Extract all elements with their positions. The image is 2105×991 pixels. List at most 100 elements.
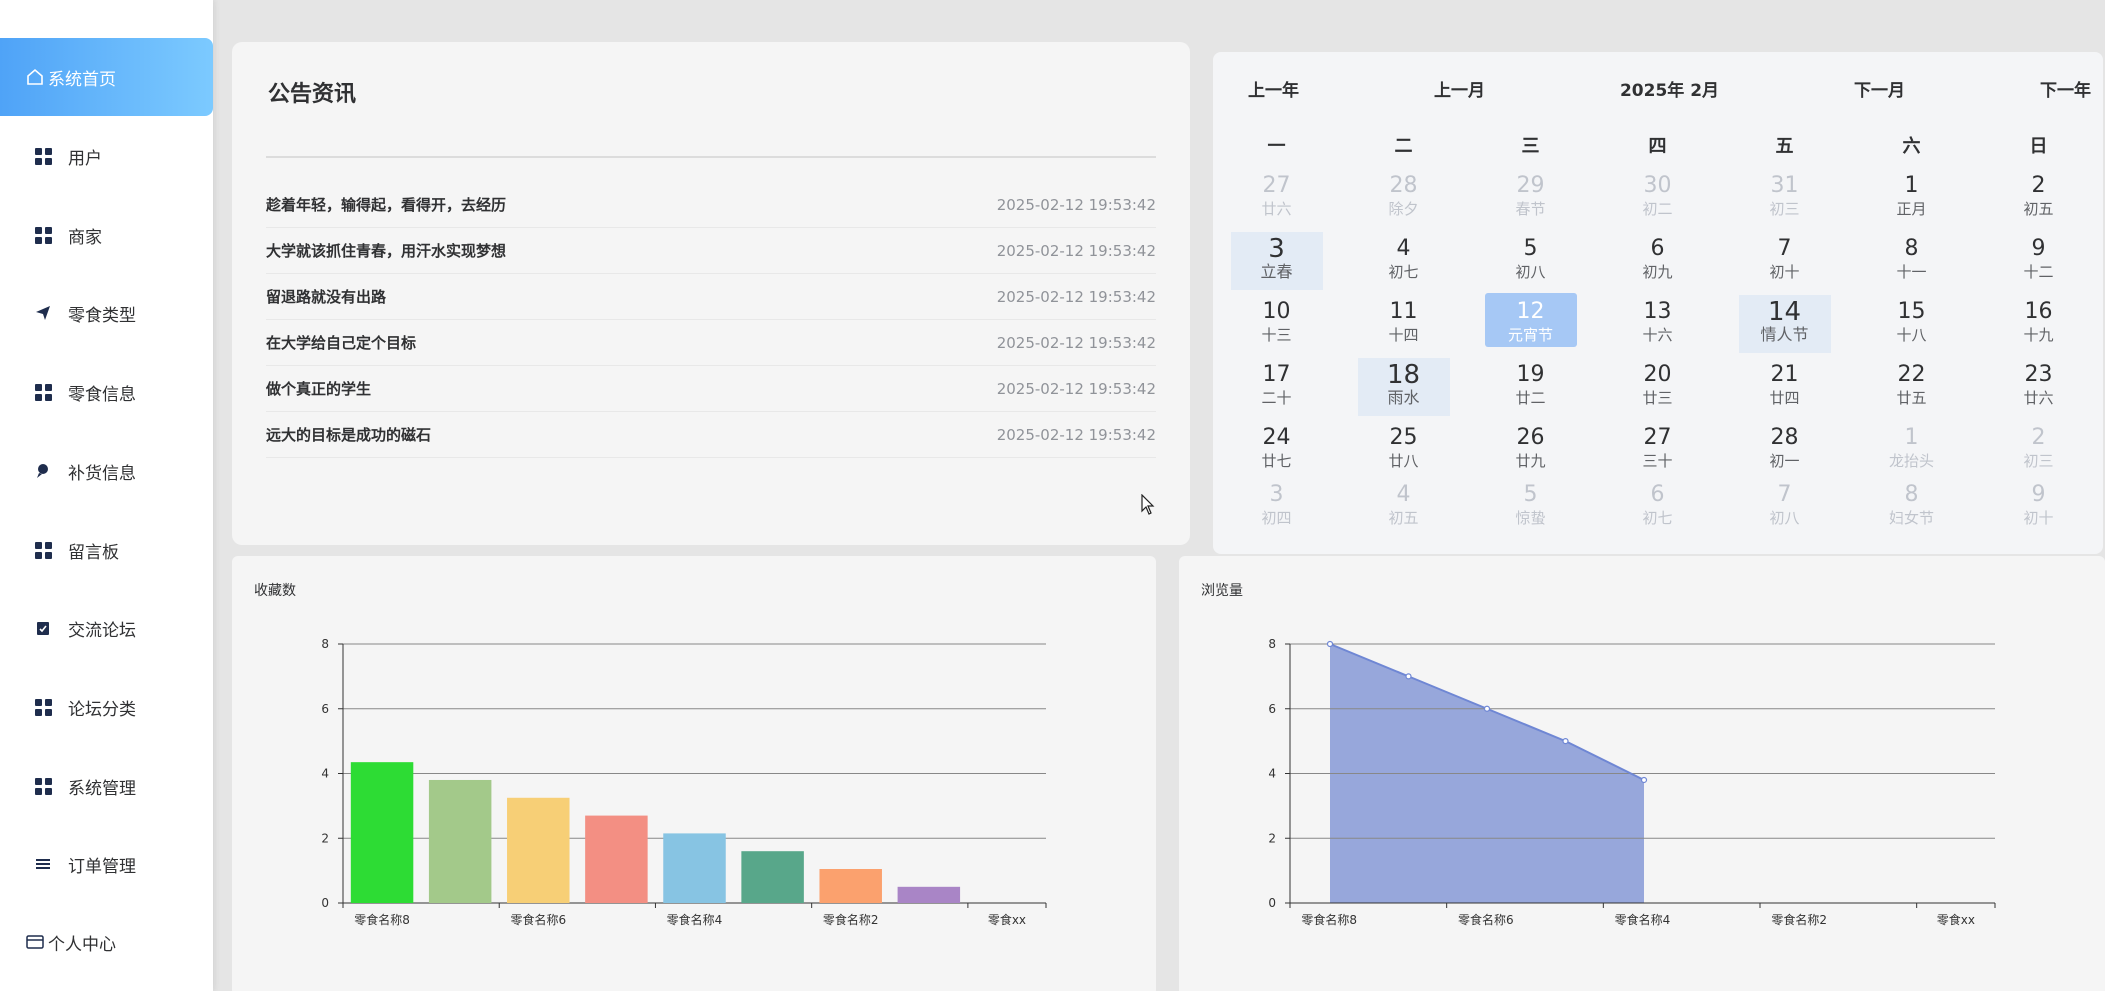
sidebar-item-3[interactable]: 商家: [0, 196, 213, 274]
notice-row[interactable]: 趁着年轻，输得起，看得开，去经历 2025-02-12 19:53:42: [266, 182, 1156, 228]
calendar-day[interactable]: 7 初八: [1721, 476, 1848, 545]
calendar-day[interactable]: 5 初八: [1467, 230, 1594, 293]
lunar-label: 春节: [1515, 200, 1546, 218]
calendar-day[interactable]: 29 春节: [1467, 167, 1594, 230]
notice-row[interactable]: 远大的目标是成功的磁石 2025-02-12 19:53:42: [266, 412, 1156, 458]
calendar-day[interactable]: 9 十二: [1975, 230, 2102, 293]
next-year-button[interactable]: 下一年: [2040, 76, 2091, 101]
calendar-day[interactable]: 4 初五: [1340, 476, 1467, 545]
calendar-day[interactable]: 22 廿五: [1848, 356, 1975, 419]
calendar-day[interactable]: 30 初二: [1594, 167, 1721, 230]
calendar-day[interactable]: 25 廿八: [1340, 419, 1467, 482]
calendar-day[interactable]: 31 初三: [1721, 167, 1848, 230]
sidebar-item-2[interactable]: 用户: [0, 117, 213, 195]
y-tick-label: 6: [1268, 702, 1276, 716]
sidebar-item-label: 论坛分类: [68, 699, 136, 720]
calendar-day[interactable]: 7 初十: [1721, 230, 1848, 293]
lunar-label: 初七: [1388, 263, 1419, 281]
notice-title-link[interactable]: 做个真正的学生: [266, 378, 371, 399]
sidebar-item-10[interactable]: 系统管理: [0, 747, 213, 825]
calendar-day[interactable]: 28 除夕: [1340, 167, 1467, 230]
calendar-day[interactable]: 18 雨水: [1340, 356, 1467, 419]
calendar-day[interactable]: 26 廿九: [1467, 419, 1594, 482]
day-number: 7: [1777, 236, 1792, 261]
lunar-label: 廿六: [1261, 200, 1292, 218]
notice-row[interactable]: 做个真正的学生 2025-02-12 19:53:42: [266, 366, 1156, 412]
calendar-day[interactable]: 15 十八: [1848, 293, 1975, 356]
calendar-day[interactable]: 14 情人节: [1721, 293, 1848, 356]
calendar-day[interactable]: 10 十三: [1213, 293, 1340, 356]
lunar-label: 初二: [1642, 200, 1673, 218]
sidebar-item-6[interactable]: 补货信息: [0, 432, 213, 510]
prev-year-button[interactable]: 上一年: [1248, 76, 1299, 101]
day-number: 28: [1770, 425, 1799, 450]
lunar-label: 廿七: [1261, 452, 1292, 470]
day-number: 31: [1770, 173, 1799, 198]
calendar-weekdays: 一二三四五六日: [1213, 132, 2103, 158]
calendar-day[interactable]: 6 初七: [1594, 476, 1721, 545]
lunar-label: 廿三: [1642, 389, 1673, 407]
day-number: 27: [1262, 173, 1291, 198]
notice-divider: [266, 156, 1156, 158]
sidebar-item-label: 系统首页: [48, 69, 116, 90]
day-number: 28: [1389, 173, 1418, 198]
calendar-day[interactable]: 9 初十: [1975, 476, 2102, 545]
current-month-label: 2025年 2月: [1619, 80, 1720, 101]
calendar-day[interactable]: 12 元宵节: [1467, 293, 1594, 356]
calendar-day[interactable]: 5 惊蛰: [1467, 476, 1594, 545]
calendar-day[interactable]: 27 三十: [1594, 419, 1721, 482]
calendar-day[interactable]: 13 十六: [1594, 293, 1721, 356]
calendar-day[interactable]: 4 初七: [1340, 230, 1467, 293]
prev-month-button[interactable]: 上一月: [1434, 76, 1485, 101]
notice-title-link[interactable]: 趁着年轻，输得起，看得开，去经历: [266, 194, 506, 215]
sidebar-item-9[interactable]: 论坛分类: [0, 668, 213, 746]
next-month-button[interactable]: 下一月: [1854, 76, 1905, 101]
grid-icon: [34, 383, 52, 401]
bar: [741, 851, 804, 903]
notice-title-link[interactable]: 在大学给自己定个目标: [266, 332, 416, 353]
sidebar-item-7[interactable]: 留言板: [0, 511, 213, 589]
calendar-day[interactable]: 3 立春: [1213, 230, 1340, 293]
x-tick-label: 零食名称8: [354, 912, 410, 927]
calendar-day[interactable]: 20 廿三: [1594, 356, 1721, 419]
sidebar-item-12[interactable]: 个人中心: [0, 903, 213, 981]
calendar-day[interactable]: 3 初四: [1213, 476, 1340, 545]
x-tick-label: 零食名称8: [1301, 912, 1357, 927]
calendar-day[interactable]: 6 初九: [1594, 230, 1721, 293]
calendar-day[interactable]: 2 初五: [1975, 167, 2102, 230]
day-number: 25: [1389, 425, 1418, 450]
calendar-day[interactable]: 28 初一: [1721, 419, 1848, 482]
calendar-day[interactable]: 1 正月: [1848, 167, 1975, 230]
sidebar-item-11[interactable]: 订单管理: [0, 825, 213, 903]
calendar-day[interactable]: 2 初三: [1975, 419, 2102, 482]
calendar-day[interactable]: 23 廿六: [1975, 356, 2102, 419]
notice-title-link[interactable]: 大学就该抓住青春，用汗水实现梦想: [266, 240, 506, 261]
calendar-day[interactable]: 17 二十: [1213, 356, 1340, 419]
sidebar-item-label: 系统管理: [68, 778, 136, 799]
notice-row[interactable]: 留退路就没有出路 2025-02-12 19:53:42: [266, 274, 1156, 320]
calendar-day[interactable]: 16 十九: [1975, 293, 2102, 356]
calendar-day[interactable]: 27 廿六: [1213, 167, 1340, 230]
sidebar-item-4[interactable]: 零食类型: [0, 274, 213, 352]
favorites-chart-panel: 收藏数 0 2 4 6 8 零食名称8 零食名称6 零食名称4 零食名称2 零食xx: [232, 556, 1156, 991]
lunar-label: 惊蛰: [1515, 509, 1546, 527]
sidebar-item-8[interactable]: 交流论坛: [0, 589, 213, 667]
notice-row[interactable]: 在大学给自己定个目标 2025-02-12 19:53:42: [266, 320, 1156, 366]
sidebar-item-1[interactable]: 系统首页: [0, 38, 213, 116]
sidebar-item-5[interactable]: 零食信息: [0, 353, 213, 431]
calendar-day[interactable]: 1 龙抬头: [1848, 419, 1975, 482]
calendar-grid: 27 廿六 28 除夕 29 春节 30 初二 31 初三 1 正月 2 初五 3 立春 4 初七 5 初八 6 初九 7 初…: [1213, 167, 2103, 545]
calendar-day[interactable]: 19 廿二: [1467, 356, 1594, 419]
calendar-day[interactable]: 24 廿七: [1213, 419, 1340, 482]
data-point: [1640, 776, 1648, 784]
calendar-day[interactable]: 8 妇女节: [1848, 476, 1975, 545]
notice-title-link[interactable]: 留退路就没有出路: [266, 286, 386, 307]
lunar-label: 除夕: [1388, 200, 1419, 218]
notice-row[interactable]: 大学就该抓住青春，用汗水实现梦想 2025-02-12 19:53:42: [266, 228, 1156, 274]
notice-title-link[interactable]: 远大的目标是成功的磁石: [266, 424, 431, 445]
calendar-day[interactable]: 8 十一: [1848, 230, 1975, 293]
lunar-label: 初一: [1769, 452, 1800, 470]
calendar-day[interactable]: 21 廿四: [1721, 356, 1848, 419]
calendar-day[interactable]: 11 十四: [1340, 293, 1467, 356]
weekday-label: 日: [2029, 136, 2048, 157]
